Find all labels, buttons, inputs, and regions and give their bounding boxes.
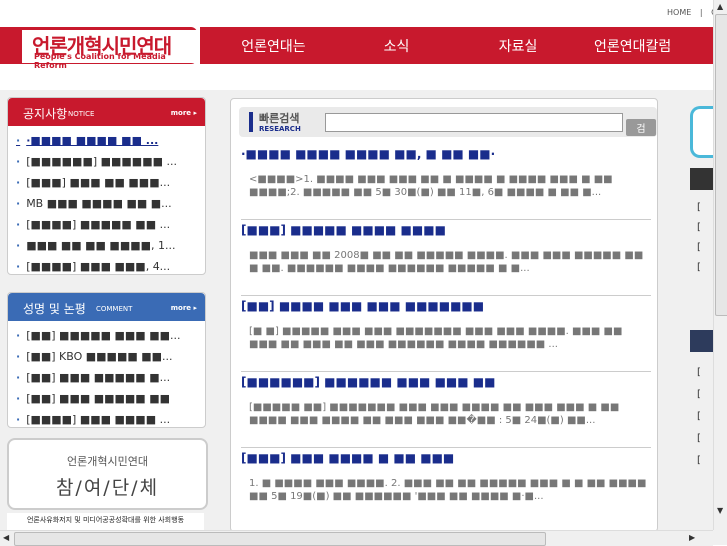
scroll-down-icon[interactable]: ▼ [717,506,723,515]
list-item[interactable]: [ [697,406,701,428]
nav-about[interactable]: 언론연대는 [200,36,347,56]
list-item[interactable]: · [■■■■] ■■■ ■■■■ ... [16,409,205,430]
comment-subtitle: COMMENT [96,305,133,313]
logo[interactable]: 언론개혁시민연대 People's Coalition for Meadia R… [22,30,197,70]
article-title[interactable]: ·■■■■ ■■■■ ■■■■ ■■, ■ ■■ ■■· [241,147,651,161]
article-body: ■■■ ■■■ ■■ 2008■ ■■ ■■ ■■■■■ ■■■■. ■■■ ■… [249,250,644,274]
list-item[interactable]: [ [697,238,701,258]
list-item[interactable]: [ [697,450,701,472]
scroll-right-icon[interactable]: ▶ [689,533,695,542]
article-title[interactable]: [■■■■■■] ■■■■■■ ■■■ ■■■ ■■ [241,375,651,389]
logo-english: People's Coalition for Meadia Reform [34,52,166,70]
solidarity-line2: 참/여/단/체 [55,477,160,499]
list-item[interactable]: [ [697,218,701,238]
article-item: ·■■■■ ■■■■ ■■■■ ■■, ■ ■■ ■■· <■■■■>1. ■■… [241,147,651,220]
comment-list: · [■■] ■■■■■ ■■■ ■■... · [■■] KBO ■■■■■ ■■… [8,321,205,430]
scroll-thumb[interactable] [715,14,727,316]
list-item[interactable]: · [■■] ■■■ ■■■■■ ■■ [16,388,205,409]
right-list-2: [ [ [ [ [ [697,362,701,472]
nav-column[interactable]: 언론연대칼럼 [590,36,727,56]
article-title[interactable]: [■■] ■■■■ ■■■ ■■■ ■■■■■■■ [241,299,651,313]
article-item: [■■■■■■] ■■■■■■ ■■■ ■■■ ■■ [■■■■■ ■■] ■■… [241,375,651,448]
solidarity-line1: 언론개혁시민연대 [67,455,148,468]
nav-archive[interactable]: 자료실 [446,36,590,56]
list-item[interactable]: [ [697,362,701,384]
main-nav: 언론연대는 소식 자료실 언론연대칼럼 [200,27,727,64]
divider: | [699,8,703,17]
comment-more-link[interactable]: more ▸ [171,304,197,312]
list-item[interactable]: · ■■■ ■■ ■■ ■■■■, 1... [16,235,205,256]
notice-box: 공지사항 NOTICE more ▸ · ·■■■■ ■■■■ ■■ ... ·[… [7,97,206,275]
article-item: [■■■] ■■■■■ ■■■■ ■■■■ ■■■ ■■■ ■■ 2008■ ■… [241,223,651,296]
scroll-thumb[interactable] [14,532,546,546]
comment-title: 성명 및 논평 [23,302,86,316]
list-item[interactable]: · MB ■■■ ■■■■ ■■ ■... [16,193,205,214]
notice-header: 공지사항 NOTICE more ▸ [8,98,205,126]
search-label: 빠른검색 [259,112,300,125]
right-list: [ [ [ [ [697,198,701,278]
list-item[interactable]: · ·■■■■ ■■■■ ■■ ... [16,130,205,151]
search-input[interactable] [325,113,623,132]
article-body: [■ ■] ■■■■■ ■■■ ■■■ ■■■■■■■ ■■■ ■■■ ■■■■… [249,326,623,350]
search-label-en: RESEARCH [259,125,301,133]
vertical-scrollbar[interactable]: ▲ ▼ [713,0,727,530]
article-title[interactable]: [■■■] ■■■■■ ■■■■ ■■■■ [241,223,651,237]
article-body: [■■■■■ ■■] ■■■■■■■ ■■■ ■■■ ■■■■ ■■ ■■■ ■… [249,402,620,426]
scroll-left-icon[interactable]: ◀ [3,533,9,542]
article-body: <■■■■>1. ■■■■ ■■■ ■■■ ■■ ■ ■■■■ ■ ■■■■ ■… [249,174,613,198]
list-item[interactable]: · [■■■■■■] ■■■■■■ ... [16,151,205,172]
list-item[interactable]: · [■■■] ■■■ ■■ ■■■... [16,172,205,193]
home-link[interactable]: HOME [667,8,691,17]
main-content: 빠른검색 RESEARCH 검색 ·■■■■ ■■■■ ■■■■ ■■, ■ ■… [230,98,658,532]
article-title[interactable]: [■■■] ■■■ ■■■■ ■ ■■ ■■■ [241,451,651,465]
search-mark [249,112,253,132]
comment-header: 성명 및 논평 COMMENT more ▸ [8,293,205,321]
list-item[interactable]: · [■■] ■■■■■ ■■■ ■■... [16,325,205,346]
list-item[interactable]: · [■■] KBO ■■■■■ ■■... [16,346,205,367]
scroll-corner [713,530,727,545]
notice-more-link[interactable]: more ▸ [171,109,197,117]
article-item: [■■] ■■■■ ■■■ ■■■ ■■■■■■■ [■ ■] ■■■■■ ■■… [241,299,651,372]
quick-search-bar: 빠른검색 RESEARCH 검색 [239,107,657,150]
list-item[interactable]: [ [697,258,701,278]
list-item[interactable]: [ [697,384,701,406]
notice-subtitle: NOTICE [68,110,95,118]
article-body: 1. ■ ■■■■ ■■■ ■■■■. 2. ■■■ ■■ ■■ ■■■■■ ■… [249,478,647,502]
list-item[interactable]: [ [697,428,701,450]
solidarity-orgs-banner[interactable]: 언론개혁시민연대 참/여/단/체 [7,438,208,510]
list-item[interactable]: · [■■■■] ■■■ ■■■, 4... [16,256,205,277]
article-item: [■■■] ■■■ ■■■■ ■ ■■ ■■■ 1. ■ ■■■■ ■■■ ■■… [241,451,651,529]
search-button[interactable]: 검색 [626,119,656,150]
list-item[interactable]: [ [697,198,701,218]
nav-news[interactable]: 소식 [347,36,446,56]
notice-list: · ·■■■■ ■■■■ ■■ ... · [■■■■■■] ■■■■■■ ... … [8,126,205,277]
notice-title: 공지사항 [23,107,68,121]
scroll-up-icon[interactable]: ▲ [717,2,723,11]
horizontal-scrollbar[interactable]: ◀ ▶ [0,530,713,546]
list-item[interactable]: · [■■■■] ■■■■■ ■■ ... [16,214,205,235]
list-item[interactable]: · [■■] ■■■ ■■■■■ ■... [16,367,205,388]
comment-box: 성명 및 논평 COMMENT more ▸ · [■■] ■■■■■ ■■■ ■… [7,292,206,428]
